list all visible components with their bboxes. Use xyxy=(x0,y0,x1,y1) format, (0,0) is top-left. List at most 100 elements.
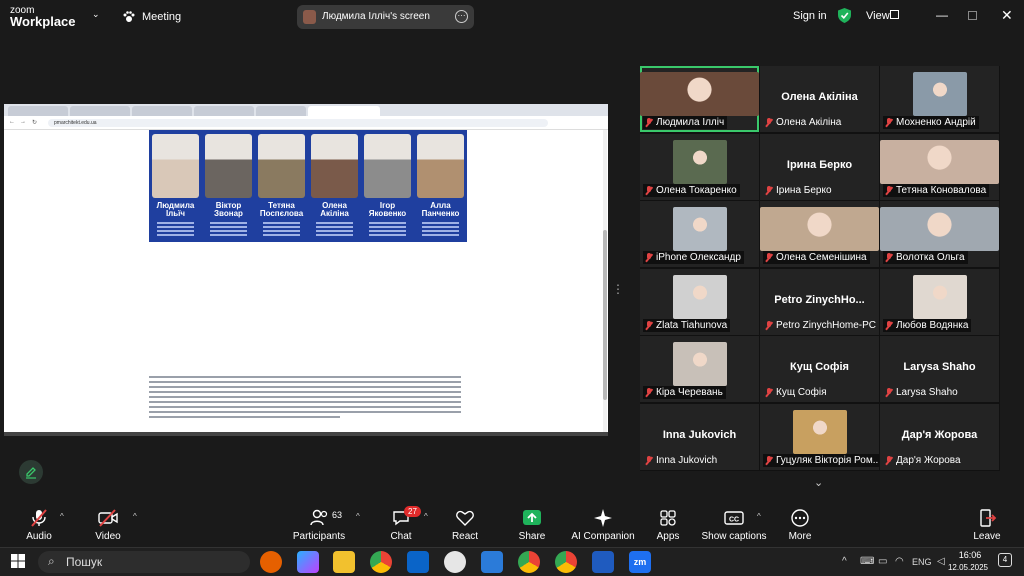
participant-tile[interactable]: Zlata Tiahunova xyxy=(640,268,759,335)
participant-video xyxy=(673,139,727,184)
chrome-profile-icon[interactable] xyxy=(518,551,540,573)
video-options-caret-icon[interactable]: ^ xyxy=(133,512,137,521)
participants-count: 63 xyxy=(332,510,343,520)
tray-overflow-icon[interactable]: ^ xyxy=(842,556,847,567)
participant-video xyxy=(640,72,759,116)
browser-tab-active[interactable] xyxy=(308,106,380,116)
participant-tile[interactable]: Волотка Ольга xyxy=(880,201,999,268)
chevron-down-icon[interactable]: ⌄ xyxy=(92,9,100,20)
file-explorer-icon[interactable] xyxy=(333,551,355,573)
splitter-handle-icon[interactable]: ⋮ xyxy=(612,282,624,296)
browser-address-bar: ← → ↻ pmarchitekt.edu.ua xyxy=(4,116,608,130)
participant-name-label: Тетяна Коновалова xyxy=(883,183,990,197)
participants-options-caret-icon[interactable]: ^ xyxy=(356,512,360,521)
meet-now-icon[interactable]: ⌨ xyxy=(860,556,874,567)
outlook-icon[interactable] xyxy=(407,551,429,573)
participant-tile[interactable]: Larysa Shaho Larysa Shaho xyxy=(880,336,999,403)
restore-icon[interactable] xyxy=(968,11,977,20)
react-label: React xyxy=(451,531,479,542)
mic-muted-icon xyxy=(645,388,653,397)
participant-tile[interactable]: Petro ZinychHo... Petro ZinychHome-PC xyxy=(760,268,879,335)
battery-icon[interactable]: ▭ xyxy=(878,556,887,567)
zoom-taskbar-icon[interactable]: zm xyxy=(629,551,651,573)
browser-tab[interactable] xyxy=(194,106,254,116)
more-options-icon[interactable]: ··· xyxy=(455,10,468,23)
url-field[interactable]: pmarchitekt.edu.ua xyxy=(48,119,548,127)
browser-scrollbar[interactable] xyxy=(603,130,607,432)
participant-tile[interactable]: Олена Акіліна Олена Акіліна xyxy=(760,66,879,132)
participant-tile[interactable]: Олена Семенішина xyxy=(760,201,879,268)
reload-icon[interactable]: ↻ xyxy=(32,119,37,126)
camera-app-icon[interactable] xyxy=(444,551,466,573)
view-button[interactable]: View xyxy=(866,10,890,22)
copilot-icon[interactable] xyxy=(297,551,319,573)
participant-tile[interactable]: Inna Jukovich Inna Jukovich xyxy=(640,404,759,470)
browser-tab[interactable] xyxy=(8,106,68,116)
minimize-icon[interactable]: — xyxy=(936,8,948,22)
participant-tile[interactable]: Гуцуляк Вікторія Ром... xyxy=(760,404,879,470)
browser-tab[interactable] xyxy=(256,106,306,116)
captions-options-caret-icon[interactable]: ^ xyxy=(757,512,761,521)
gallery-page-down-icon[interactable]: ⌄ xyxy=(814,476,823,489)
mic-muted-icon xyxy=(765,456,773,465)
participants-button[interactable]: Participants xyxy=(284,508,354,542)
meeting-label[interactable]: Meeting xyxy=(142,11,181,23)
sparkle-icon xyxy=(594,509,612,527)
share-label: Share xyxy=(518,531,546,542)
participant-tile[interactable]: Людмила Ілліч xyxy=(640,66,759,132)
speaker-photo xyxy=(417,134,464,198)
participant-tile[interactable]: Ірина Берко Ірина Берко xyxy=(760,133,879,200)
leave-label: Leave xyxy=(973,531,1001,542)
share-button[interactable]: Share xyxy=(497,508,567,542)
participant-video xyxy=(913,274,967,319)
notifications-icon[interactable]: 4 xyxy=(998,553,1012,567)
participant-tile[interactable]: Кіра Черевань xyxy=(640,336,759,403)
chrome-profile-2-icon[interactable] xyxy=(555,551,577,573)
sign-in-link[interactable]: Sign in xyxy=(793,10,827,22)
wifi-icon[interactable]: ◠ xyxy=(895,556,904,567)
chat-label: Chat xyxy=(390,531,412,542)
ai-companion-button[interactable]: AI Companion xyxy=(563,508,643,542)
participant-tile[interactable]: Любов Водянка xyxy=(880,268,999,335)
close-icon[interactable]: ✕ xyxy=(1001,7,1013,24)
windows-start-icon[interactable] xyxy=(11,554,25,568)
leave-button[interactable]: Leave xyxy=(952,508,1022,542)
speaker-card: Людмила Ільїч xyxy=(150,130,201,242)
taskbar-search-box[interactable]: ⌕ Пошук xyxy=(38,551,250,573)
mic-muted-icon xyxy=(765,388,773,397)
screen-share-label: Людмила Ілліч's screen xyxy=(322,11,430,22)
chrome-icon[interactable] xyxy=(370,551,392,573)
browser-tab[interactable] xyxy=(132,106,192,116)
participant-name-label: Волотка Ольга xyxy=(883,251,968,265)
participant-tile[interactable]: Кущ Софія Кущ Софія xyxy=(760,336,879,403)
speaker-name: Алла Панченко xyxy=(421,201,460,218)
clock-date[interactable]: 12.05.2025 xyxy=(943,563,993,572)
apps-button[interactable]: Apps xyxy=(633,508,703,542)
participant-name-label: Любов Водянка xyxy=(883,318,972,332)
back-icon[interactable]: ← xyxy=(9,119,15,125)
browser-tab[interactable] xyxy=(70,106,130,116)
participant-name-label: Petro ZinychHome-PC xyxy=(763,319,879,332)
clock-time[interactable]: 16:06 xyxy=(951,550,989,560)
participant-tile[interactable]: Мохненко Андрій xyxy=(880,66,999,132)
security-shield-icon[interactable] xyxy=(838,8,851,23)
annotate-pencil-icon[interactable] xyxy=(19,460,43,484)
mic-muted-icon xyxy=(765,320,773,330)
more-button[interactable]: More xyxy=(765,508,835,542)
shared-screen-hscroll[interactable] xyxy=(4,432,608,436)
svg-text:CC: CC xyxy=(729,517,739,524)
audio-options-caret-icon[interactable]: ^ xyxy=(60,512,64,521)
participant-tile[interactable]: Олена Токаренко xyxy=(640,133,759,200)
input-language[interactable]: ENG xyxy=(912,557,932,567)
participant-tile[interactable]: Тетяна Коновалова xyxy=(880,133,999,200)
view-grid-icon[interactable] xyxy=(890,10,899,19)
react-button[interactable]: React xyxy=(430,508,500,542)
word-icon[interactable] xyxy=(592,551,614,573)
store-icon[interactable] xyxy=(481,551,503,573)
chat-options-caret-icon[interactable]: ^ xyxy=(424,512,428,521)
participant-tile[interactable]: iPhone Олександр xyxy=(640,201,759,268)
screen-share-pill[interactable]: Людмила Ілліч's screen ··· xyxy=(297,5,474,29)
firefox-icon[interactable] xyxy=(260,551,282,573)
participant-tile[interactable]: Дар'я Жорова Дар'я Жорова xyxy=(880,404,999,470)
forward-icon[interactable]: → xyxy=(20,119,26,125)
